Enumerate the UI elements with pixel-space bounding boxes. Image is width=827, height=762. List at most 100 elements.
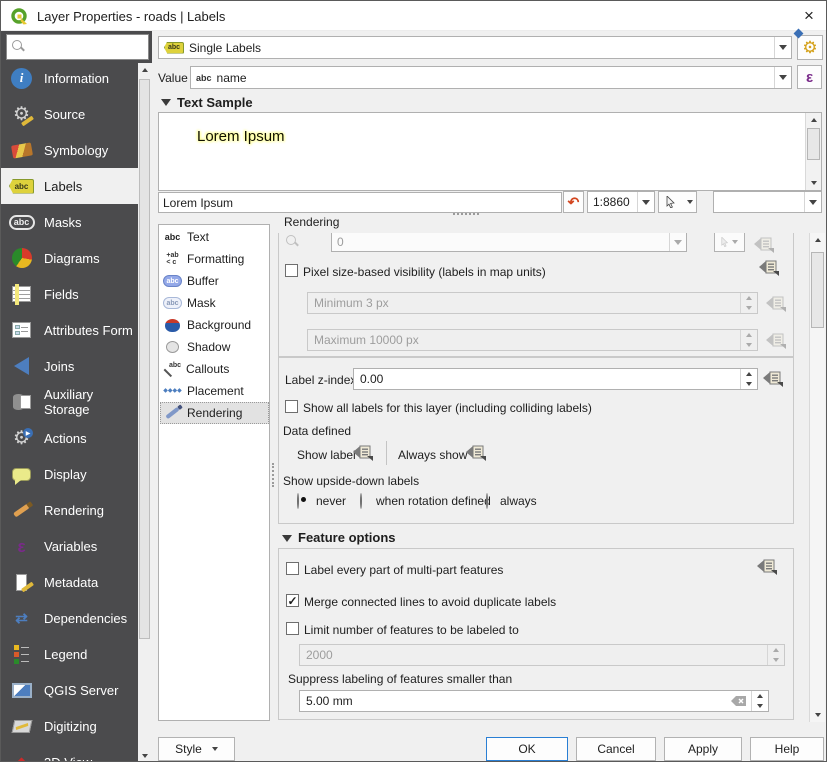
suppress-labeling-spinbox[interactable]: 5.00 mm — [299, 690, 769, 712]
label-mode-combo[interactable]: abc Single Labels — [158, 36, 792, 59]
help-button[interactable]: Help — [750, 737, 824, 761]
tab-shadow[interactable]: Shadow — [160, 336, 269, 358]
tab-background[interactable]: Background — [160, 314, 269, 336]
panel-scroll-up-icon[interactable] — [810, 233, 825, 247]
label-mode-value: Single Labels — [189, 41, 261, 55]
feature-options-collapse-icon[interactable] — [282, 535, 292, 542]
upside-down-never-radio[interactable] — [297, 493, 299, 509]
sidebar-item-masks[interactable]: abc Masks — [1, 204, 138, 240]
preview-scrollbar[interactable] — [805, 113, 821, 190]
preview-background-dropdown-icon[interactable] — [804, 192, 821, 212]
map-settings-button[interactable] — [658, 191, 684, 213]
minimum-pixel-spin-buttons[interactable] — [740, 293, 757, 313]
clear-value-icon[interactable] — [731, 695, 747, 707]
tab-buffer[interactable]: abc Buffer — [160, 270, 269, 292]
show-label-override-button[interactable] — [352, 443, 374, 464]
search-input[interactable] — [6, 34, 149, 60]
rendering-panel-scrollbar[interactable] — [809, 233, 825, 722]
sidebar-scroll-down-icon[interactable] — [138, 749, 152, 762]
sidebar-item-fields[interactable]: Fields — [1, 276, 138, 312]
preview-scroll-down-icon[interactable] — [806, 176, 821, 190]
sidebar-item-variables[interactable]: ε Variables — [1, 528, 138, 564]
scrolled-map-tool-button[interactable] — [714, 233, 745, 252]
text-sample-collapse-icon[interactable] — [161, 99, 171, 106]
panel-splitter-grip[interactable] — [272, 463, 274, 487]
maximum-pixel-spinbox[interactable]: Maximum 10000 px — [307, 329, 758, 351]
preview-background-combo[interactable] — [713, 191, 822, 213]
value-field-dropdown-icon[interactable] — [774, 67, 791, 88]
tab-callouts[interactable]: abc Callouts — [160, 358, 269, 380]
value-field-combo[interactable]: abc name — [190, 66, 792, 89]
pixel-visibility-override-button[interactable] — [758, 258, 780, 279]
sidebar-item-auxiliary-storage[interactable]: Auxiliary Storage — [1, 384, 138, 420]
tab-placement[interactable]: ◆◆◆◆ Placement — [160, 380, 269, 402]
sidebar-item-diagrams[interactable]: Diagrams — [1, 240, 138, 276]
ok-button[interactable]: OK — [486, 737, 568, 761]
suppress-labeling-spin-buttons[interactable] — [751, 691, 768, 711]
minimum-pixel-spinbox[interactable]: Minimum 3 px — [307, 292, 758, 314]
map-settings-dropdown-icon[interactable] — [683, 191, 697, 213]
pixel-visibility-checkbox[interactable] — [285, 264, 298, 277]
tab-mask[interactable]: abc Mask — [160, 292, 269, 314]
label-z-index-spin-buttons[interactable] — [740, 369, 757, 389]
scrolled-override-icon[interactable] — [753, 235, 775, 256]
buffer-tab-icon: abc — [163, 273, 182, 289]
reset-sample-button[interactable]: ↶ — [563, 191, 584, 213]
style-button[interactable]: Style — [158, 737, 235, 761]
limit-features-checkbox[interactable] — [286, 622, 299, 635]
label-z-index-spinbox[interactable]: 0.00 — [353, 368, 758, 390]
sidebar-scrollbar[interactable] — [138, 63, 152, 762]
sidebar-item-actions[interactable]: ⚙▶ Actions — [1, 420, 138, 456]
tab-rendering[interactable]: Rendering — [160, 402, 269, 424]
auto-placement-settings-button[interactable]: ⚙ — [797, 35, 823, 60]
sidebar-item-digitizing[interactable]: Digitizing — [1, 708, 138, 744]
cancel-button[interactable]: Cancel — [576, 737, 656, 761]
limit-features-spin-buttons[interactable] — [767, 645, 784, 665]
maximum-pixel-spin-buttons[interactable] — [740, 330, 757, 350]
tab-text[interactable]: abc Text — [160, 226, 269, 248]
sidebar-item-source[interactable]: ⚙ Source — [1, 96, 138, 132]
panel-scroll-thumb[interactable] — [811, 252, 824, 328]
sidebar-item-rendering[interactable]: Rendering — [1, 492, 138, 528]
show-all-labels-checkbox[interactable] — [285, 400, 298, 413]
expression-builder-button[interactable]: ε — [797, 65, 822, 89]
sidebar-item-qgis-server[interactable]: QGIS Server — [1, 672, 138, 708]
upside-down-always-radio[interactable] — [486, 493, 488, 509]
sidebar-item-symbology[interactable]: Symbology — [1, 132, 138, 168]
close-icon[interactable]: × — [795, 5, 823, 27]
upside-down-when-rotation-radio[interactable] — [360, 493, 362, 509]
sidebar-item-dependencies[interactable]: ⇄ Dependencies — [1, 600, 138, 636]
tab-formatting[interactable]: +ab< c Formatting — [160, 248, 269, 270]
sidebar-scroll-thumb[interactable] — [139, 79, 150, 639]
preview-scroll-thumb[interactable] — [807, 128, 820, 160]
sidebar-item-display[interactable]: Display — [1, 456, 138, 492]
scrolled-scale-dropdown-icon[interactable] — [669, 233, 686, 251]
sidebar-item-3d-view[interactable]: ◆ 3D View — [1, 744, 138, 762]
sample-text-input[interactable]: Lorem Ipsum — [158, 192, 562, 213]
sidebar-item-legend[interactable]: Legend — [1, 636, 138, 672]
merge-connected-checkbox[interactable]: ✓ — [286, 594, 299, 607]
sidebar-item-metadata[interactable]: Metadata — [1, 564, 138, 600]
sidebar-item-attributes-form[interactable]: Attributes Form — [1, 312, 138, 348]
always-show-override-button[interactable] — [465, 443, 487, 464]
preview-scroll-up-icon[interactable] — [806, 113, 821, 127]
preview-scale-combo[interactable]: 1:8860 — [587, 191, 655, 213]
apply-button[interactable]: Apply — [664, 737, 742, 761]
sidebar-scroll-up-icon[interactable] — [138, 63, 152, 77]
maximum-pixel-override-icon[interactable] — [765, 331, 787, 352]
label-every-part-override-button[interactable] — [756, 557, 778, 578]
label-every-part-checkbox[interactable] — [286, 562, 299, 575]
label-mode-dropdown-icon[interactable] — [774, 37, 791, 58]
scale-dropdown-icon[interactable] — [637, 192, 654, 212]
splitter-grip[interactable] — [453, 213, 479, 215]
always-show-label: Always show — [398, 448, 467, 462]
panel-scroll-down-icon[interactable] — [810, 708, 825, 722]
sidebar-item-labels[interactable]: abc Labels — [1, 168, 138, 204]
sidebar-item-information[interactable]: i Information — [1, 60, 138, 96]
scrolled-scale-combo[interactable]: 0 — [331, 233, 687, 252]
limit-features-spinbox[interactable]: 2000 — [299, 644, 785, 666]
sidebar-item-joins[interactable]: Joins — [1, 348, 138, 384]
upside-down-never-label: never — [316, 494, 346, 508]
label-z-index-override-button[interactable] — [762, 369, 784, 390]
minimum-pixel-override-icon[interactable] — [765, 294, 787, 315]
